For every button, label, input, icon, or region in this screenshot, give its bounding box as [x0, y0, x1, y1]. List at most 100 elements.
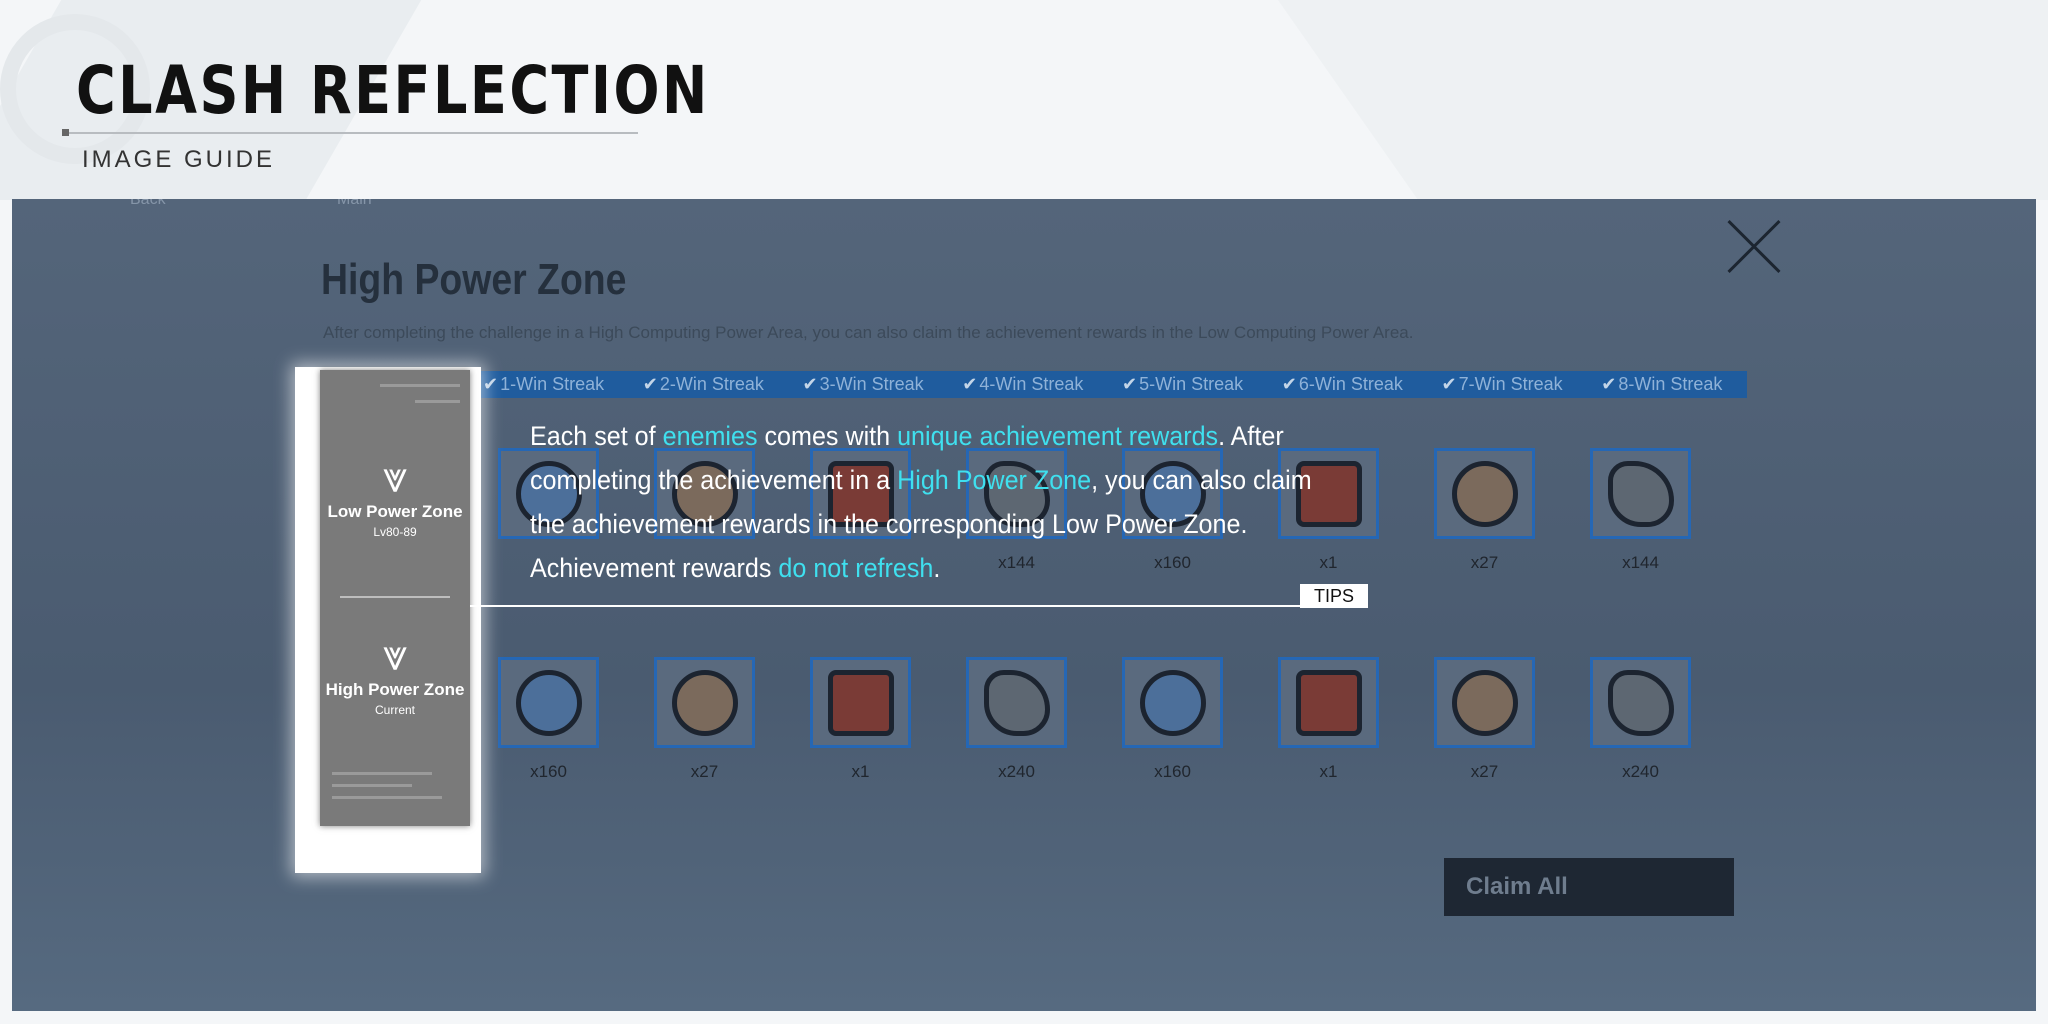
reward-quantity: x160	[530, 762, 567, 781]
reward-item[interactable]: x1	[810, 657, 911, 782]
high-zone-emblem-icon: ⩔	[382, 631, 408, 680]
reward-item[interactable]: x144	[1590, 448, 1691, 573]
reward-item[interactable]: x27	[654, 657, 755, 782]
tips-text-part: comes with	[757, 421, 898, 451]
title-divider	[64, 132, 638, 134]
reward-row-2: x160 x27 x1 x240 x160 x1 x27 x240	[498, 657, 1691, 782]
page-subtitle: IMAGE GUIDE	[82, 146, 276, 173]
reward-item[interactable]: x240	[966, 657, 1067, 782]
red-reward-icon	[827, 669, 894, 736]
blue-reward-icon	[515, 669, 582, 736]
streak-tab[interactable]: ✔ 7-Win Streak	[1428, 371, 1588, 398]
zone-card-low[interactable]: ⩔ Low Power Zone Lv80-89	[320, 453, 470, 540]
main-button-label[interactable]: Main	[337, 199, 372, 209]
streak-tab[interactable]: ✔ 2-Win Streak	[629, 371, 789, 398]
reward-item[interactable]: x240	[1590, 657, 1691, 782]
reward-icon-frame	[1590, 448, 1691, 539]
low-zone-emblem-icon: ⩔	[382, 453, 408, 502]
reward-icon-frame	[498, 657, 599, 748]
close-icon[interactable]	[1724, 217, 1784, 277]
reward-icon-frame	[810, 657, 911, 748]
panel-detail-line	[332, 772, 432, 775]
streak-tab[interactable]: ✔ 1-Win Streak	[469, 371, 629, 398]
check-icon: ✔	[1122, 374, 1138, 394]
bg-shape-right	[1277, 0, 2048, 200]
check-icon: ✔	[642, 374, 658, 394]
grey-reward-icon	[983, 669, 1050, 736]
reward-quantity: x240	[1622, 762, 1659, 781]
check-icon: ✔	[483, 374, 499, 394]
tips-text: Each set of enemies comes with unique ac…	[530, 414, 1330, 590]
tips-text-part: Each set of	[530, 421, 663, 451]
panel-detail-line	[415, 400, 460, 403]
reward-quantity: x27	[1470, 762, 1499, 781]
title-divider-dot	[62, 129, 69, 136]
reward-icon-frame	[966, 657, 1067, 748]
tips-tag: TIPS	[1300, 584, 1368, 608]
tips-text-part: .	[933, 553, 941, 583]
zone-name: Low Power Zone	[327, 502, 463, 521]
panel-detail-line	[332, 784, 412, 787]
tips-highlight: High Power Zone	[897, 465, 1092, 495]
zone-description: After completing the challenge in a High…	[323, 323, 1414, 342]
streak-tab[interactable]: ✔ 3-Win Streak	[789, 371, 949, 398]
reward-quantity: x27	[1470, 553, 1499, 572]
grey-reward-icon	[1607, 460, 1674, 527]
panel-detail-line	[332, 796, 442, 799]
streak-tab-label: 4-Win Streak	[979, 374, 1084, 394]
grey-reward-icon	[1607, 669, 1674, 736]
streak-tab[interactable]: ✔ 5-Win Streak	[1108, 371, 1268, 398]
streak-tab-label: 6-Win Streak	[1298, 374, 1403, 394]
tips-highlight: unique achievement rewards	[897, 421, 1219, 451]
panel-detail-line	[380, 384, 460, 387]
orange-reward-icon	[1451, 669, 1518, 736]
reward-icon-frame	[1590, 657, 1691, 748]
zone-sub: Lv80-89	[373, 525, 417, 539]
zone-title: High Power Zone	[321, 255, 627, 304]
reward-quantity: x27	[690, 762, 719, 781]
reward-item[interactable]: x27	[1434, 448, 1535, 573]
streak-tab[interactable]: ✔ 6-Win Streak	[1268, 371, 1428, 398]
reward-quantity: x1	[851, 762, 870, 781]
check-icon: ✔	[1601, 374, 1617, 394]
streak-tab-label: 7-Win Streak	[1458, 374, 1563, 394]
tips-highlight: do not refresh	[778, 553, 934, 583]
streak-tab-label: 3-Win Streak	[819, 374, 924, 394]
reward-quantity: x144	[1622, 553, 1659, 572]
page-title: CLASH REFLECTION	[76, 52, 710, 129]
back-button-label[interactable]: Back	[130, 199, 166, 209]
orange-reward-icon	[1451, 460, 1518, 527]
reward-icon-frame	[1434, 657, 1535, 748]
zone-sub: Current	[374, 703, 415, 717]
streak-tab[interactable]: ✔ 8-Win Streak	[1587, 371, 1747, 398]
streak-tab[interactable]: ✔ 4-Win Streak	[948, 371, 1108, 398]
reward-quantity: x1	[1319, 762, 1338, 781]
streak-tab-bar: ✔ 1-Win Streak ✔ 2-Win Streak ✔ 3-Win Streak ✔…	[469, 371, 1747, 398]
red-reward-icon	[1295, 669, 1362, 736]
game-topbar: Back Main	[12, 199, 2036, 215]
streak-tab-label: 2-Win Streak	[659, 374, 764, 394]
check-icon: ✔	[1281, 374, 1297, 394]
orange-reward-icon	[671, 669, 738, 736]
check-icon: ✔	[962, 374, 978, 394]
reward-quantity: x160	[1154, 762, 1191, 781]
reward-item[interactable]: x27	[1434, 657, 1535, 782]
claim-all-button[interactable]: Claim All	[1444, 858, 1734, 916]
tips-highlight: enemies	[662, 421, 758, 451]
reward-item[interactable]: x1	[1278, 657, 1379, 782]
streak-tab-label: 8-Win Streak	[1618, 374, 1723, 394]
zone-name: High Power Zone	[325, 680, 465, 699]
zone-card-high[interactable]: ⩔ High Power Zone Current	[320, 631, 470, 718]
blue-reward-icon	[1139, 669, 1206, 736]
tips-connector-line	[470, 605, 1300, 607]
reward-item[interactable]: x160	[1122, 657, 1223, 782]
streak-tab-label: 1-Win Streak	[500, 374, 605, 394]
zone-separator	[340, 596, 450, 598]
check-icon: ✔	[1441, 374, 1457, 394]
reward-icon-frame	[1278, 657, 1379, 748]
reward-icon-frame	[1434, 448, 1535, 539]
zone-selector-panel: ⩔ Low Power Zone Lv80-89 ⩔ High Power Zo…	[320, 370, 470, 826]
reward-item[interactable]: x160	[498, 657, 599, 782]
reward-icon-frame	[654, 657, 755, 748]
reward-icon-frame	[1122, 657, 1223, 748]
